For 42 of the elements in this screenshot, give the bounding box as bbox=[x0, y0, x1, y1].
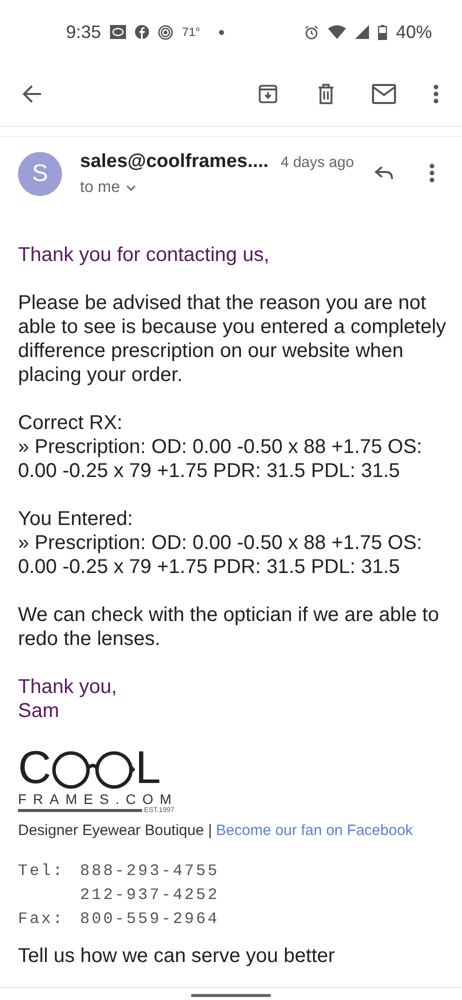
body-text: We can check with the optician if we are able to redo the lenses. bbox=[18, 603, 440, 651]
signoff-text: Thank you, bbox=[18, 675, 118, 699]
body-text: Correct RX: bbox=[18, 411, 124, 435]
temperature: 71° bbox=[182, 25, 200, 39]
mail-icon bbox=[372, 84, 396, 104]
alarm-icon bbox=[304, 24, 319, 40]
phone-number: 800-559-2964 bbox=[80, 910, 220, 928]
contact-label: Fax: bbox=[18, 910, 64, 928]
logo-wordmark: FRAMES.COM bbox=[18, 791, 178, 807]
target-icon bbox=[158, 24, 174, 40]
body-text: » Prescription: OD: 0.00 -0.50 x 88 +1.75 OS: 0.00 -0.25 x 79 +1.75 PDR: 31.5 PDL: 31.5 bbox=[18, 531, 424, 579]
logo-letter: L bbox=[135, 745, 161, 789]
archive-icon bbox=[257, 83, 279, 105]
recipient-toggle[interactable]: to me bbox=[80, 179, 354, 197]
phone-number: 888-293-4755 bbox=[80, 862, 220, 880]
chevron-down-icon bbox=[126, 185, 136, 191]
battery-percent: 40% bbox=[396, 22, 432, 42]
phone-number: 212-937-4252 bbox=[80, 886, 220, 904]
wifi-icon bbox=[328, 25, 346, 39]
greeting-text: Thank you for contacting us, bbox=[18, 243, 270, 267]
dot-icon bbox=[219, 30, 224, 34]
facebook-icon bbox=[135, 25, 150, 39]
signal-icon bbox=[354, 25, 369, 39]
tagline: Designer Eyewear Boutique | bbox=[18, 822, 212, 839]
contact-label: Tel: bbox=[18, 862, 64, 880]
more-icon bbox=[429, 163, 435, 183]
reply-icon bbox=[374, 166, 394, 180]
more-icon bbox=[433, 84, 439, 104]
sender-address: sales@coolframes.... bbox=[80, 151, 269, 173]
facebook-link[interactable]: Become our fan on Facebook bbox=[216, 822, 413, 839]
body-text: You Entered: bbox=[18, 507, 134, 531]
body-text: Please be advised that the reason you are not able to see is because you entered a completely difference prescription on our website when placing your order. bbox=[18, 291, 448, 387]
body-text: » Prescription: OD: 0.00 -0.50 x 88 +1.75 OS: 0.00 -0.25 x 79 +1.75 PDR: 31.5 PDL: 31.5 bbox=[18, 435, 424, 483]
message-time: 4 days ago bbox=[280, 154, 354, 171]
closing-text: Tell us how we can serve you better bbox=[18, 945, 336, 968]
battery-icon bbox=[378, 24, 387, 40]
delete-icon bbox=[316, 83, 336, 105]
avatar: S bbox=[18, 152, 62, 196]
car-logo-icon bbox=[110, 25, 126, 39]
signoff-text: Sam bbox=[18, 699, 60, 723]
clock-time: 9:35 bbox=[66, 22, 102, 42]
logo-letter: C bbox=[18, 745, 52, 789]
